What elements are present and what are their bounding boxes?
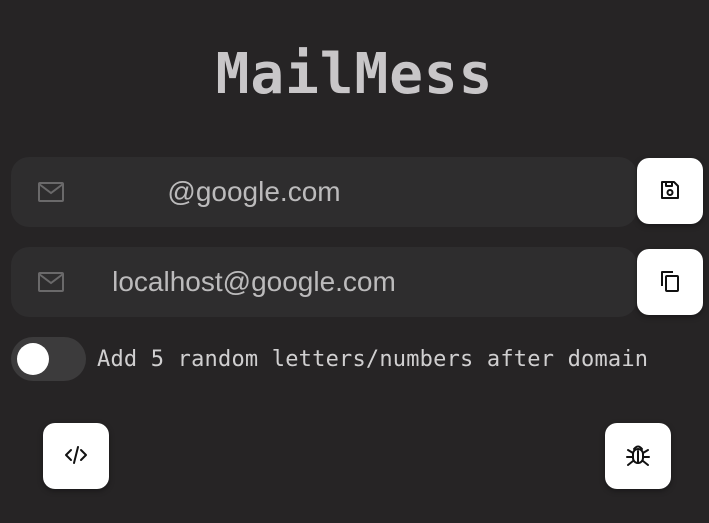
copy-icon [658, 269, 682, 296]
random-suffix-toggle[interactable] [11, 337, 86, 381]
code-icon [63, 444, 89, 469]
generated-field-container [0, 247, 637, 317]
generated-email-input[interactable] [0, 247, 567, 317]
domain-field-container [0, 157, 637, 227]
save-icon [658, 178, 682, 205]
random-suffix-label: Add 5 random letters/numbers after domai… [97, 346, 649, 372]
domain-input[interactable] [0, 157, 567, 227]
report-bug-button[interactable] [605, 423, 671, 489]
copy-button[interactable] [637, 249, 703, 315]
toggle-knob [17, 343, 49, 375]
bug-icon [624, 441, 652, 472]
random-suffix-toggle-row: Add 5 random letters/numbers after domai… [11, 337, 648, 381]
save-button[interactable] [637, 158, 703, 224]
app-title: MailMess [215, 42, 494, 107]
source-code-button[interactable] [43, 423, 109, 489]
